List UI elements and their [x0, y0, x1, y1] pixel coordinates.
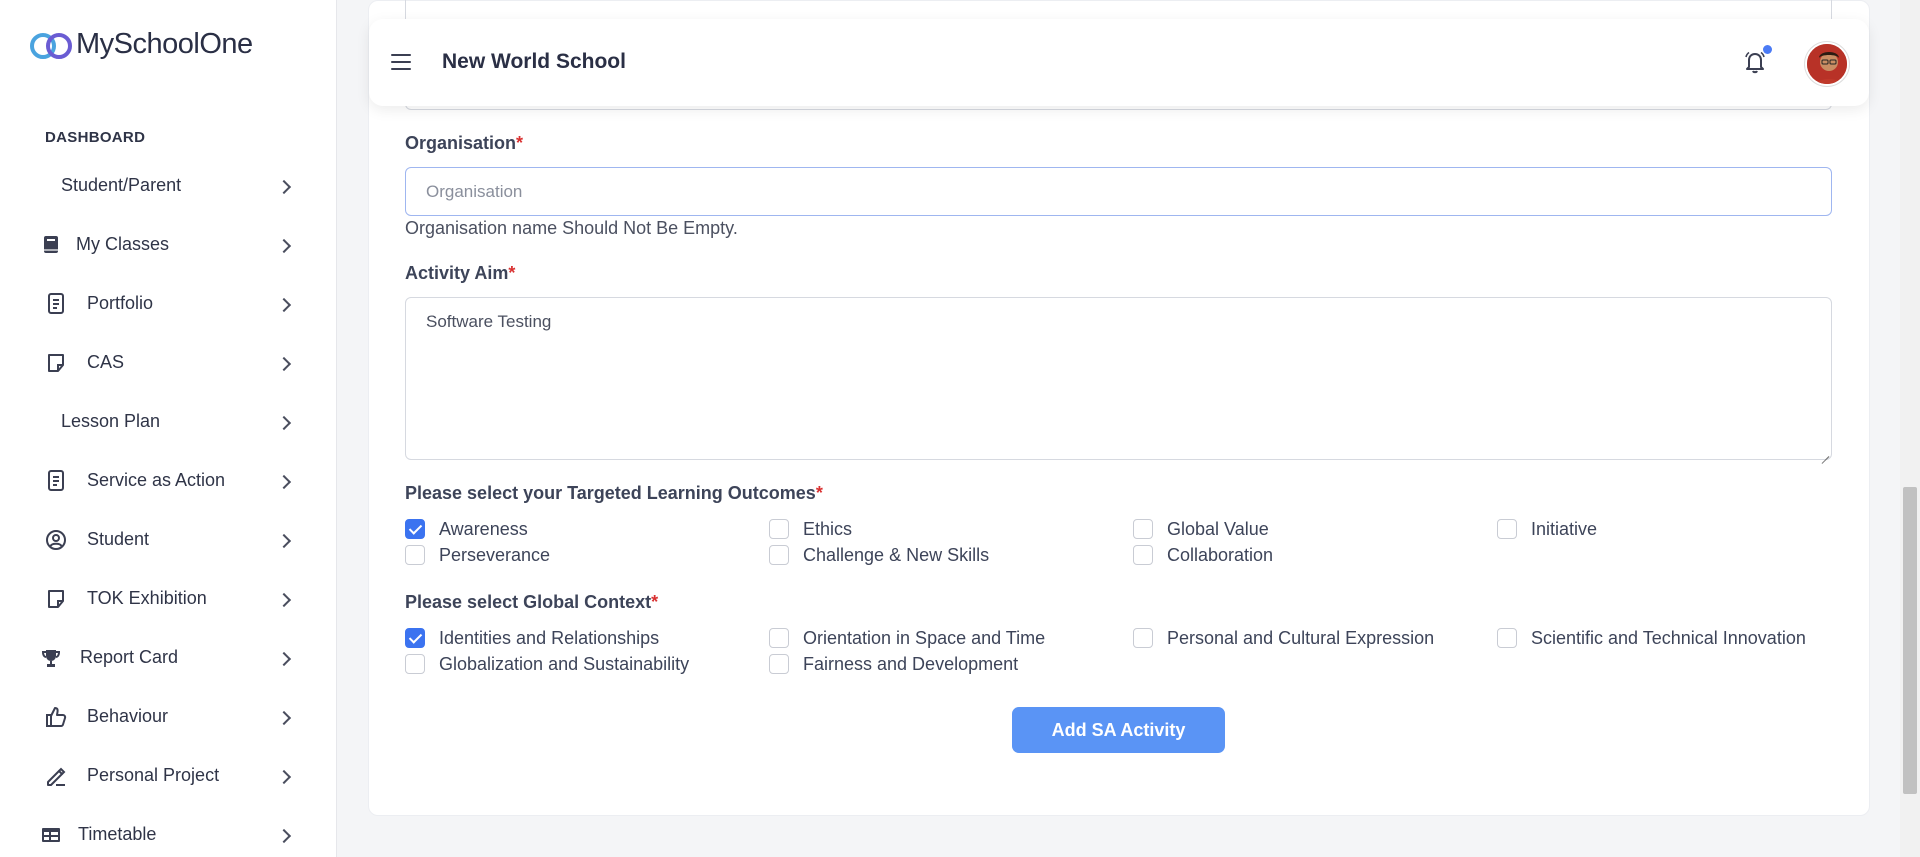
sidebar-item-label: Student — [87, 529, 150, 549]
chevron-right-icon — [278, 593, 290, 605]
chevron-right-icon — [278, 652, 290, 664]
sidebar-item-report-card[interactable]: Report Card — [0, 628, 337, 687]
sidebar-item-student[interactable]: Student — [0, 510, 337, 569]
top-header: New World School — [369, 19, 1869, 106]
document-icon — [45, 469, 67, 492]
activity-aim-label: Activity Aim* — [405, 263, 516, 283]
logo-text: MySchoolOne — [76, 28, 253, 60]
checkbox-awareness[interactable]: Awareness — [405, 518, 528, 540]
checkbox[interactable] — [405, 628, 425, 648]
sidebar-item-lesson-plan[interactable]: Lesson Plan — [0, 392, 337, 451]
sidebar-item-label: Timetable — [78, 824, 157, 844]
checkbox[interactable] — [1133, 545, 1153, 565]
sidebar-item-personal-project[interactable]: Personal Project — [0, 746, 337, 805]
sidebar-item-timetable[interactable]: Timetable — [0, 805, 337, 857]
chevron-right-icon — [278, 180, 290, 192]
chevron-right-icon — [278, 829, 290, 841]
checkbox[interactable] — [769, 654, 789, 674]
chevron-right-icon — [278, 770, 290, 782]
logo-icon — [30, 29, 74, 61]
chevron-right-icon — [278, 416, 290, 428]
sidebar-item-label: Behaviour — [87, 706, 169, 726]
avatar[interactable] — [1805, 42, 1849, 86]
trophy-icon — [40, 647, 62, 669]
sidebar-item-label: TOK Exhibition — [87, 588, 207, 608]
sidebar-item-behaviour[interactable]: Behaviour — [0, 687, 337, 746]
organisation-label: Organisation* — [405, 133, 524, 153]
sidebar-item-label: Student/Parent — [61, 175, 182, 195]
checkbox[interactable] — [769, 628, 789, 648]
checkbox-globalization-sustainability[interactable]: Globalization and Sustainability — [405, 653, 689, 675]
checkbox[interactable] — [769, 545, 789, 565]
thumbs-up-icon — [45, 706, 67, 728]
checkbox[interactable] — [405, 545, 425, 565]
checkbox[interactable] — [769, 519, 789, 539]
sidebar-item-label: CAS — [87, 352, 125, 372]
checkbox[interactable] — [1133, 628, 1153, 648]
checkbox[interactable] — [1497, 519, 1517, 539]
chevron-right-icon — [278, 534, 290, 546]
sidebar-item-student-parent[interactable]: Student/Parent — [0, 156, 337, 215]
checkbox-personal-cultural-expression[interactable]: Personal and Cultural Expression — [1133, 627, 1434, 649]
scrollbar-thumb[interactable] — [1903, 487, 1917, 794]
checkbox-orientation-space-time[interactable]: Orientation in Space and Time — [769, 627, 1045, 649]
global-context-label: Please select Global Context* — [405, 592, 659, 612]
chevron-right-icon — [278, 475, 290, 487]
checkbox-fairness-development[interactable]: Fairness and Development — [769, 653, 1018, 675]
sidebar-item-label: Personal Project — [87, 765, 220, 785]
sidebar-item-my-classes[interactable]: My Classes — [0, 215, 337, 274]
resize-handle-icon[interactable] — [1819, 447, 1829, 457]
sidebar-item-tok-exhibition[interactable]: TOK Exhibition — [0, 569, 337, 628]
activity-aim-textarea[interactable]: Software Testing — [405, 297, 1832, 460]
checkbox-global-value[interactable]: Global Value — [1133, 518, 1269, 540]
app-logo[interactable]: MySchoolOne — [30, 28, 253, 61]
sidebar: MySchoolOne DASHBOARD Student/Parent My … — [0, 0, 337, 857]
menu-icon[interactable] — [391, 54, 411, 70]
checkbox-challenge-new-skills[interactable]: Challenge & New Skills — [769, 544, 989, 566]
sidebar-item-label: Report Card — [80, 647, 179, 667]
sidebar-item-label: Service as Action — [87, 470, 226, 490]
chevron-right-icon — [278, 239, 290, 251]
notification-dot — [1763, 45, 1772, 54]
user-circle-icon — [45, 529, 67, 551]
add-sa-activity-button[interactable]: Add SA Activity — [1012, 707, 1225, 753]
pen-icon — [45, 765, 67, 787]
sidebar-item-cas[interactable]: CAS — [0, 333, 337, 392]
chevron-right-icon — [278, 298, 290, 310]
organisation-input[interactable] — [405, 167, 1832, 216]
chevron-right-icon — [278, 711, 290, 723]
checkbox-identities-relationships[interactable]: Identities and Relationships — [405, 627, 659, 649]
sidebar-item-label: My Classes — [76, 234, 170, 254]
checkbox[interactable] — [405, 654, 425, 674]
checkbox[interactable] — [405, 519, 425, 539]
school-name: New World School — [442, 50, 626, 73]
checkbox[interactable] — [1133, 519, 1153, 539]
checkbox-ethics[interactable]: Ethics — [769, 518, 852, 540]
sidebar-section-label: DASHBOARD — [45, 129, 146, 146]
table-icon — [40, 824, 62, 846]
document-icon — [45, 292, 67, 315]
organisation-error: Organisation name Should Not Be Empty. — [405, 218, 738, 238]
sidebar-item-service-as-action[interactable]: Service as Action — [0, 451, 337, 510]
chevron-right-icon — [278, 357, 290, 369]
learning-outcomes-label: Please select your Targeted Learning Out… — [405, 483, 823, 503]
checkbox-scientific-technical-innovation[interactable]: Scientific and Technical Innovation — [1497, 627, 1806, 649]
checkbox[interactable] — [1497, 628, 1517, 648]
sidebar-item-label: Portfolio — [87, 293, 154, 313]
checkbox-collaboration[interactable]: Collaboration — [1133, 544, 1273, 566]
note-icon — [45, 588, 67, 610]
sidebar-item-label: Lesson Plan — [61, 411, 161, 431]
activity-aim-value: Software Testing — [426, 312, 552, 331]
checkbox-perseverance[interactable]: Perseverance — [405, 544, 550, 566]
note-icon — [45, 352, 67, 374]
sidebar-item-portfolio[interactable]: Portfolio — [0, 274, 337, 333]
book-icon — [40, 234, 62, 256]
checkbox-initiative[interactable]: Initiative — [1497, 518, 1597, 540]
sidebar-nav: Student/Parent My Classes Portfolio CAS — [0, 156, 337, 857]
